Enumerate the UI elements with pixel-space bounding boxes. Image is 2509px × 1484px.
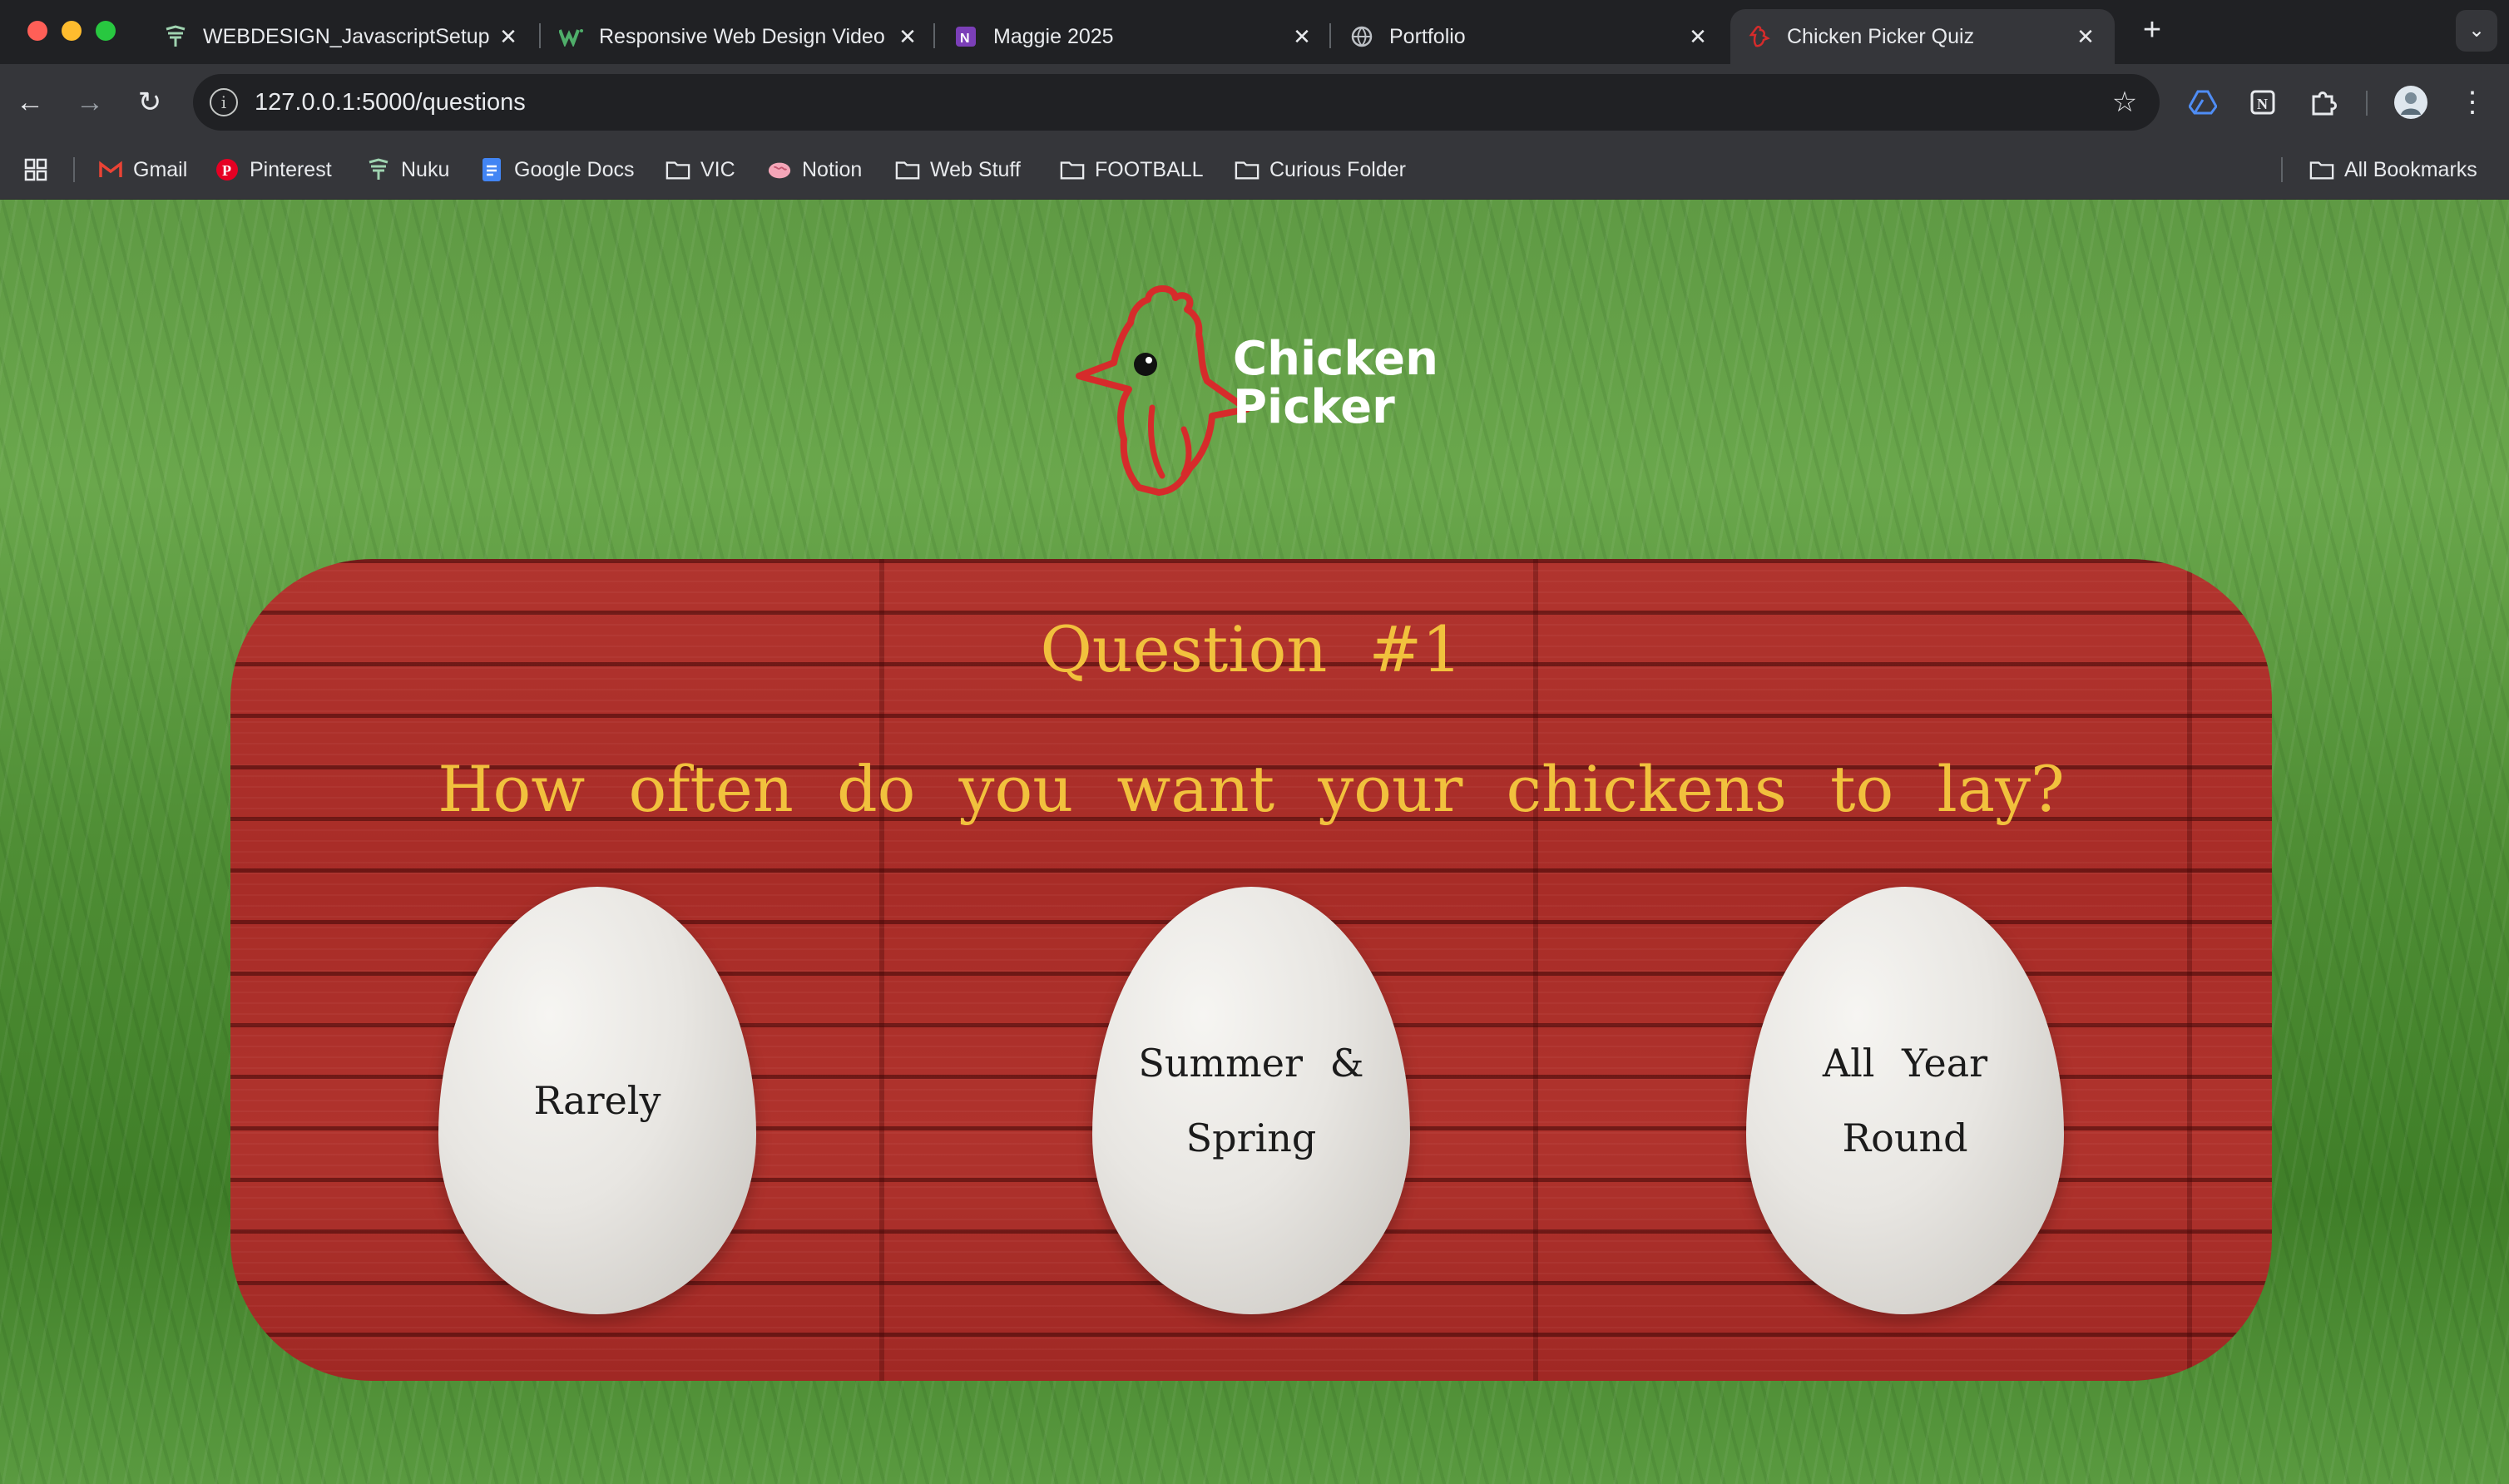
tab-chicken-picker-quiz[interactable]: Chicken Picker Quiz ✕ — [1730, 9, 2115, 64]
bookmark-label: Gmail — [133, 157, 188, 181]
webflow-icon — [559, 24, 584, 49]
svg-text:N: N — [960, 32, 970, 46]
close-icon[interactable]: ✕ — [2073, 24, 2098, 50]
tab-webdesign[interactable]: WEBDESIGN_JavascriptSetup ✕ — [146, 9, 537, 64]
folder-icon — [895, 157, 920, 182]
bookmark-folder-web-stuff[interactable]: Web Stuff — [895, 141, 1021, 199]
folder-icon — [1235, 157, 1259, 182]
bookmarks-bar: Gmail P Pinterest Nuku Google Docs VIC N… — [0, 141, 2509, 200]
bookmark-label: Curious Folder — [1269, 157, 1406, 181]
tab-title: Chicken Picker Quiz — [1787, 24, 1975, 48]
tab-divider — [933, 23, 935, 48]
toolbar-divider — [2366, 91, 2368, 116]
reload-button[interactable]: ↻ — [131, 84, 168, 121]
answer-option-summer-spring[interactable]: Summer & Spring — [1092, 887, 1410, 1314]
notion-extension-icon[interactable]: N — [2244, 84, 2281, 121]
address-bar[interactable]: i 127.0.0.1:5000/questions ☆ — [193, 74, 2160, 131]
bookmark-label: Google Docs — [514, 157, 635, 181]
bookmark-google-docs[interactable]: Google Docs — [479, 141, 635, 199]
bookmark-label: VIC — [700, 157, 735, 181]
gmail-icon — [98, 157, 123, 182]
question-number: Question #1 — [1040, 612, 1462, 686]
tab-divider — [539, 23, 541, 48]
pinterest-icon: P — [215, 157, 240, 182]
brain-icon — [767, 157, 792, 182]
bookmark-folder-football[interactable]: FOOTBALL — [1060, 141, 1204, 199]
apps-grid-icon[interactable] — [23, 141, 48, 199]
bookmark-divider — [2281, 157, 2283, 182]
tab-title: Portfolio — [1389, 24, 1466, 48]
globe-icon — [1349, 24, 1374, 49]
folder-icon — [1060, 157, 1085, 182]
bookmark-label: Notion — [802, 157, 863, 181]
site-info-icon[interactable]: i — [210, 88, 238, 116]
nuku-logo-icon — [163, 24, 188, 49]
bookmark-divider — [73, 157, 75, 182]
question-text: How often do you want your chickens to l… — [438, 752, 2065, 826]
tab-title: Maggie 2025 — [993, 24, 1114, 48]
extensions-puzzle-icon[interactable] — [2304, 84, 2341, 121]
bookmark-star-icon[interactable]: ☆ — [2108, 86, 2141, 119]
tab-strip: WEBDESIGN_JavascriptSetup ✕ Responsive W… — [0, 0, 2509, 64]
close-icon[interactable]: ✕ — [895, 24, 920, 50]
svg-text:P: P — [222, 162, 231, 179]
bookmark-nuku[interactable]: Nuku — [366, 141, 449, 199]
answer-option-rarely[interactable]: Rarely — [438, 887, 756, 1314]
back-button[interactable]: ← — [12, 84, 48, 121]
close-icon[interactable]: ✕ — [496, 24, 521, 50]
bookmark-gmail[interactable]: Gmail — [98, 141, 187, 199]
bookmark-label: Web Stuff — [930, 157, 1021, 181]
svg-text:N: N — [2257, 96, 2268, 112]
all-bookmarks-button[interactable]: All Bookmarks — [2309, 141, 2477, 199]
bookmark-pinterest[interactable]: P Pinterest — [215, 141, 332, 199]
tab-title: WEBDESIGN_JavascriptSetup — [203, 24, 490, 48]
bookmark-folder-curious[interactable]: Curious Folder — [1235, 141, 1406, 199]
bookmark-folder-vic[interactable]: VIC — [666, 141, 735, 199]
tab-title: Responsive Web Design Video — [599, 24, 885, 48]
chicken-picker-logo: Chicken Picker — [1076, 285, 1435, 496]
question-card: Question #1 How often do you want your c… — [230, 559, 2272, 1381]
answer-label: Summer & Spring — [1138, 1041, 1364, 1160]
nuku-logo-icon — [366, 157, 391, 182]
tab-portfolio[interactable]: Portfolio ✕ — [1333, 9, 1727, 64]
onenote-icon: N — [953, 24, 978, 49]
tab-maggie-2025[interactable]: N Maggie 2025 ✕ — [937, 9, 1331, 64]
new-tab-button[interactable]: + — [2135, 13, 2169, 47]
browser-menu-button[interactable]: ⋮ — [2454, 84, 2491, 121]
folder-icon — [666, 157, 690, 182]
tab-divider — [1329, 23, 1331, 48]
logo-line-1: Chicken — [1233, 332, 1435, 386]
all-bookmarks-label: All Bookmarks — [2344, 157, 2477, 181]
bookmark-label: Nuku — [401, 157, 450, 181]
tab-search-button[interactable]: ⌄ — [2456, 10, 2497, 52]
bookmark-label: FOOTBALL — [1095, 157, 1204, 181]
tab-responsive-web-design[interactable]: Responsive Web Design Video ✕ — [542, 9, 937, 64]
forward-button[interactable]: → — [72, 84, 108, 121]
zoom-window-button[interactable] — [96, 21, 116, 41]
google-docs-icon — [479, 157, 504, 182]
url-text[interactable]: 127.0.0.1:5000/questions — [255, 74, 526, 131]
answer-label: Rarely — [533, 1078, 661, 1123]
google-drive-extension-icon[interactable] — [2185, 84, 2221, 121]
folder-icon — [2309, 157, 2334, 182]
bookmark-notion[interactable]: Notion — [767, 141, 862, 199]
chicken-icon — [1747, 24, 1772, 49]
answer-label: All Year Round — [1822, 1041, 1988, 1160]
logo-line-2: Picker — [1233, 380, 1395, 434]
profile-avatar[interactable] — [2393, 84, 2429, 121]
browser-toolbar: ← → ↻ i 127.0.0.1:5000/questions ☆ N ⋮ — [0, 64, 2509, 141]
minimize-window-button[interactable] — [62, 21, 82, 41]
close-icon[interactable]: ✕ — [1289, 24, 1314, 50]
chicken-icon — [1076, 285, 1250, 496]
close-window-button[interactable] — [27, 21, 47, 41]
bookmark-label: Pinterest — [250, 157, 332, 181]
close-icon[interactable]: ✕ — [1685, 24, 1710, 50]
answer-option-all-year-round[interactable]: All Year Round — [1746, 887, 2064, 1314]
page-viewport: Chicken Picker Question #1 How often do … — [0, 200, 2509, 1484]
